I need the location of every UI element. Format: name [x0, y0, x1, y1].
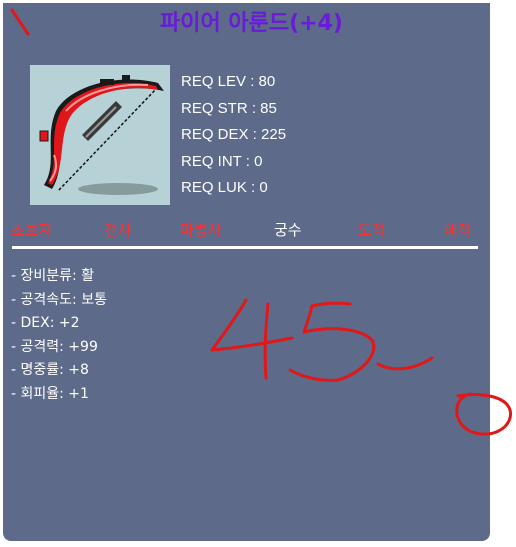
bow-icon — [39, 75, 164, 195]
req-lev: REQ LEV : 80 — [181, 73, 276, 90]
job-magician: 마법사 — [180, 221, 222, 239]
req-str: REQ STR : 85 — [181, 99, 277, 117]
job-list: 초보자 전사 마법사 궁수 도적 해적 — [0, 219, 516, 241]
requirements-list: REQ LEV : 80 REQ STR : 85 REQ DEX : 225 … — [181, 69, 286, 202]
stat-category: - 장비분류: 활 — [11, 268, 95, 284]
req-luk: REQ LUK : 0 — [181, 179, 268, 196]
job-bowman: 궁수 — [274, 221, 302, 239]
stat-dex: - DEX: +2 — [11, 315, 80, 331]
job-thief: 도적 — [358, 221, 386, 239]
divider — [12, 246, 478, 249]
job-beginner: 초보자 — [11, 221, 53, 239]
stat-attack-speed: - 공격속도: 보통 — [11, 291, 107, 308]
stat-accuracy: - 명중률: +8 — [11, 362, 89, 378]
stat-avoidability: - 회피율: +1 — [11, 385, 89, 402]
job-warrior: 전사 — [104, 221, 132, 239]
stat-attack: - 공격력: +99 — [11, 338, 98, 355]
req-int: REQ INT : 0 — [181, 152, 263, 170]
item-name: 파이어 아룬드(+4) — [160, 11, 343, 36]
job-pirate: 해적 — [444, 221, 472, 239]
req-dex: REQ DEX : 225 — [181, 126, 287, 143]
item-stats: - 장비분류: 활 - 공격속도: 보통 - DEX: +2 - 공격력: +9… — [11, 265, 107, 406]
item-icon-box — [30, 65, 170, 205]
